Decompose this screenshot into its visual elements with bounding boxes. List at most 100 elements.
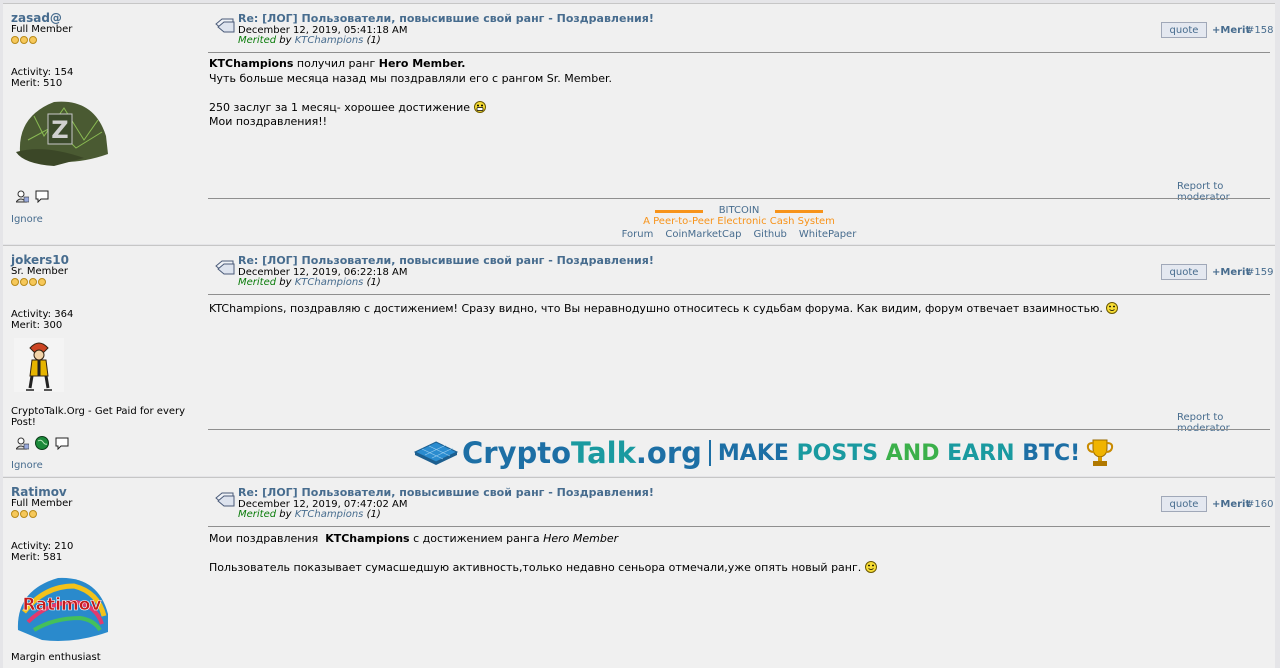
bitcoin-subtitle[interactable]: A Peer-to-Peer Electronic Cash System bbox=[208, 216, 1270, 227]
post-number-link[interactable]: #159 bbox=[1246, 267, 1273, 278]
avatar: Ratimov bbox=[17, 577, 109, 641]
merit-button[interactable]: +Merit bbox=[1212, 267, 1250, 278]
user-rank: Full Member bbox=[11, 498, 73, 509]
rank-stars bbox=[11, 278, 46, 286]
ignore-link[interactable]: Ignore bbox=[11, 460, 43, 471]
bitcoin-title[interactable]: BITCOIN bbox=[208, 205, 1270, 216]
activity-count: Activity: 364 bbox=[11, 309, 74, 320]
post-icon bbox=[215, 260, 235, 275]
post-icon bbox=[215, 492, 235, 507]
activity-count: Activity: 210 bbox=[11, 541, 74, 552]
merited-label: Merited bbox=[238, 35, 277, 46]
body-text: получил ранг bbox=[293, 57, 379, 70]
user-signature: CryptoTalk.Org - Get Paid for every Post… bbox=[11, 406, 186, 428]
merited-user-link[interactable]: KTChampions bbox=[295, 277, 364, 288]
grin-smiley-icon bbox=[473, 100, 486, 113]
activity-merit: Activity: 364 Merit: 300 bbox=[11, 309, 73, 331]
activity-count: Activity: 154 bbox=[11, 67, 74, 78]
star-icon bbox=[20, 278, 28, 286]
merited-user-link[interactable]: KTChampions bbox=[295, 509, 364, 520]
body-italic-rank: Hero Member bbox=[543, 532, 619, 545]
report-link[interactable]: Report to moderator bbox=[1177, 181, 1275, 203]
star-icon bbox=[11, 510, 19, 518]
post-subject-link[interactable]: Re: [ЛОГ] Пользователи, повысившие свой … bbox=[238, 12, 654, 25]
username-link[interactable]: zasad@ bbox=[11, 11, 62, 25]
merited-count: (1) bbox=[366, 35, 381, 46]
post-body: Мои поздравления KTChampions с достижени… bbox=[209, 532, 877, 576]
user-signature: Margin enthusiast bbox=[11, 652, 101, 663]
profile-icons bbox=[16, 436, 69, 450]
merited-user-link[interactable]: KTChampions bbox=[295, 35, 364, 46]
post-subject-link[interactable]: Re: [ЛОГ] Пользователи, повысившие свой … bbox=[238, 486, 654, 499]
post-number-link[interactable]: #158 bbox=[1246, 25, 1273, 36]
username-link[interactable]: Ratimov bbox=[11, 485, 67, 499]
link-forum[interactable]: Forum bbox=[622, 229, 654, 240]
body-line: 250 заслуг за 1 месяц- хорошее достижени… bbox=[209, 100, 612, 116]
body-text: с достижением ранга bbox=[409, 532, 544, 545]
star-icon bbox=[29, 510, 37, 518]
post-number-link[interactable]: #160 bbox=[1246, 499, 1273, 510]
body-line: Мои поздравления KTChampions с достижени… bbox=[209, 532, 877, 547]
link-coinmarketcap[interactable]: CoinMarketCap bbox=[665, 229, 741, 240]
quote-button[interactable]: quote bbox=[1161, 22, 1207, 38]
cryptotalk-slogan: MAKE POSTS AND EARN BTC! bbox=[718, 441, 1080, 466]
activity-merit: Activity: 210 Merit: 581 bbox=[11, 541, 73, 563]
ignore-link[interactable]: Ignore bbox=[11, 214, 43, 225]
message-icon[interactable] bbox=[55, 437, 69, 450]
merited-label: Merited bbox=[238, 509, 277, 520]
profile-icons bbox=[16, 190, 49, 203]
body-line: Пользователь показывает сумасшедшую акти… bbox=[209, 561, 877, 576]
star-icon bbox=[20, 510, 28, 518]
svg-text:Ratimov: Ratimov bbox=[23, 595, 102, 615]
post-subject-link[interactable]: Re: [ЛОГ] Пользователи, повысившие свой … bbox=[238, 254, 654, 267]
slogan-make: MAKE bbox=[717, 440, 797, 466]
slogan-posts: POSTS bbox=[796, 440, 886, 466]
user-rank: Full Member bbox=[11, 24, 73, 35]
orange-bar-left bbox=[655, 210, 703, 213]
signature-separator bbox=[208, 198, 1270, 199]
profile-icon[interactable] bbox=[16, 190, 29, 203]
link-github[interactable]: Github bbox=[753, 229, 786, 240]
slogan-and: AND bbox=[885, 440, 948, 466]
star-icon bbox=[11, 36, 19, 44]
body-text: 250 заслуг за 1 месяц- хорошее достижени… bbox=[209, 100, 470, 114]
star-icon bbox=[38, 278, 46, 286]
link-whitepaper[interactable]: WhitePaper bbox=[799, 229, 856, 240]
brand-org: .org bbox=[635, 436, 702, 470]
cryptotalk-banner-content: CryptoTalk.org MAKE POSTS AND EARN BTC! bbox=[413, 436, 1114, 470]
quote-button[interactable]: quote bbox=[1161, 496, 1207, 512]
bitcoin-ad: BITCOIN A Peer-to-Peer Electronic Cash S… bbox=[208, 205, 1270, 240]
star-icon bbox=[29, 278, 37, 286]
message-icon[interactable] bbox=[35, 190, 49, 203]
activity-merit: Activity: 154 Merit: 510 bbox=[11, 67, 73, 89]
header-separator bbox=[208, 526, 1270, 527]
star-icon bbox=[11, 278, 19, 286]
post-body: KTChampions получил ранг Hero Member. Чу… bbox=[209, 57, 612, 130]
post-body: KTChampions, поздравляю с достижением! С… bbox=[209, 302, 1119, 317]
smiley-icon bbox=[864, 561, 877, 573]
cryptotalk-banner[interactable]: CryptoTalk.org MAKE POSTS AND EARN BTC! bbox=[208, 436, 1270, 476]
body-bold-user: KTChampions bbox=[209, 57, 294, 70]
svg-text:Z: Z bbox=[51, 116, 68, 144]
merit-button[interactable]: +Merit bbox=[1212, 499, 1250, 510]
username-link[interactable]: jokers10 bbox=[11, 253, 69, 267]
post-icon bbox=[215, 18, 235, 33]
globe-icon[interactable] bbox=[35, 436, 49, 450]
signature-separator bbox=[208, 429, 1270, 430]
merited-by: by bbox=[279, 277, 292, 288]
user-rank: Sr. Member bbox=[11, 266, 69, 277]
header-separator bbox=[208, 294, 1270, 295]
body-bold-user: KTChampions bbox=[325, 532, 410, 545]
slogan-earn: EARN bbox=[947, 440, 1023, 466]
quote-button[interactable]: quote bbox=[1161, 264, 1207, 280]
report-link[interactable]: Report to moderator bbox=[1177, 412, 1275, 434]
merited-count: (1) bbox=[366, 277, 381, 288]
merit-count: Merit: 510 bbox=[11, 78, 63, 89]
merited-count: (1) bbox=[366, 509, 381, 520]
profile-icon[interactable] bbox=[16, 437, 29, 450]
rank-stars bbox=[11, 510, 37, 518]
star-icon bbox=[20, 36, 28, 44]
post-158: zasad@ Full Member Activity: 154 Merit: … bbox=[3, 3, 1275, 244]
rank-stars bbox=[11, 36, 37, 44]
merit-button[interactable]: +Merit bbox=[1212, 25, 1250, 36]
